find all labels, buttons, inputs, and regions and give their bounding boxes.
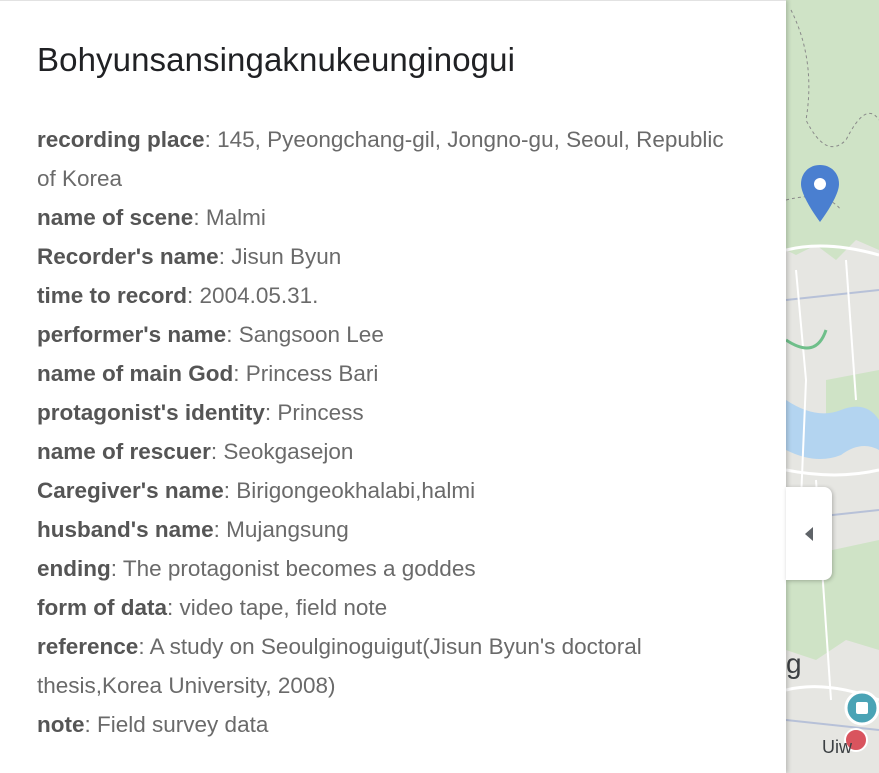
detail-label: performer's name bbox=[37, 322, 227, 347]
detail-label: protagonist's identity bbox=[37, 400, 265, 425]
detail-row: reference: A study on Seoulginoguigut(Ji… bbox=[37, 634, 642, 698]
collapse-panel-button[interactable] bbox=[786, 487, 832, 580]
map-view[interactable]: g Uiw bbox=[786, 0, 879, 773]
detail-value: video tape, field note bbox=[179, 595, 388, 620]
detail-label: reference bbox=[37, 634, 139, 659]
detail-label: Caregiver's name bbox=[37, 478, 224, 503]
detail-row: name of rescuer: Seokgasejon bbox=[37, 439, 354, 464]
detail-row: husband's name: Mujangsung bbox=[37, 517, 349, 542]
detail-row: name of scene: Malmi bbox=[37, 205, 266, 230]
detail-row: name of main God: Princess Bari bbox=[37, 361, 379, 386]
detail-value: Seokgasejon bbox=[223, 439, 354, 464]
detail-row: ending: The protagonist becomes a goddes bbox=[37, 556, 476, 581]
detail-label: form of data bbox=[37, 595, 168, 620]
transit-marker-icon[interactable] bbox=[844, 690, 879, 726]
detail-value: Jisun Byun bbox=[231, 244, 342, 269]
detail-row: note: Field survey data bbox=[37, 712, 269, 737]
detail-row: protagonist's identity: Princess bbox=[37, 400, 364, 425]
detail-value: Malmi bbox=[205, 205, 266, 230]
place-title: Bohyunsansingaknukeunginogui bbox=[37, 41, 516, 78]
place-details: recording place: 145, Pyeongchang-gil, J… bbox=[37, 120, 737, 744]
detail-label: recording place bbox=[37, 127, 205, 152]
detail-value: Birigongeokhalabi,halmi bbox=[236, 478, 476, 503]
detail-row: Caregiver's name: Birigongeokhalabi,halm… bbox=[37, 478, 476, 503]
detail-value: The protagonist becomes a goddes bbox=[122, 556, 476, 581]
detail-label: name of rescuer bbox=[37, 439, 211, 464]
detail-row: form of data: video tape, field note bbox=[37, 595, 388, 620]
detail-label: name of scene bbox=[37, 205, 194, 230]
detail-row: time to record: 2004.05.31. bbox=[37, 283, 319, 308]
detail-value: 2004.05.31. bbox=[199, 283, 319, 308]
detail-label: time to record bbox=[37, 283, 188, 308]
detail-value: Field survey data bbox=[97, 712, 269, 737]
detail-value: Princess Bari bbox=[245, 361, 379, 386]
detail-label: ending bbox=[37, 556, 111, 581]
map-place-label: g bbox=[786, 648, 802, 679]
place-info-panel: Bohyunsansingaknukeunginogui recording p… bbox=[0, 0, 786, 773]
detail-label: husband's name bbox=[37, 517, 214, 542]
detail-value: Mujangsung bbox=[226, 517, 349, 542]
detail-label: name of main God bbox=[37, 361, 234, 386]
detail-row: Recorder's name: Jisun Byun bbox=[37, 244, 342, 269]
chevron-left-icon bbox=[805, 526, 813, 541]
detail-value: Princess bbox=[277, 400, 364, 425]
detail-row: performer's name: Sangsoon Lee bbox=[37, 322, 384, 347]
detail-row: recording place: 145, Pyeongchang-gil, J… bbox=[37, 127, 724, 191]
detail-label: Recorder's name bbox=[37, 244, 219, 269]
detail-value: Sangsoon Lee bbox=[238, 322, 384, 347]
map-district-label: Uiw bbox=[822, 737, 852, 757]
detail-label: note bbox=[37, 712, 85, 737]
